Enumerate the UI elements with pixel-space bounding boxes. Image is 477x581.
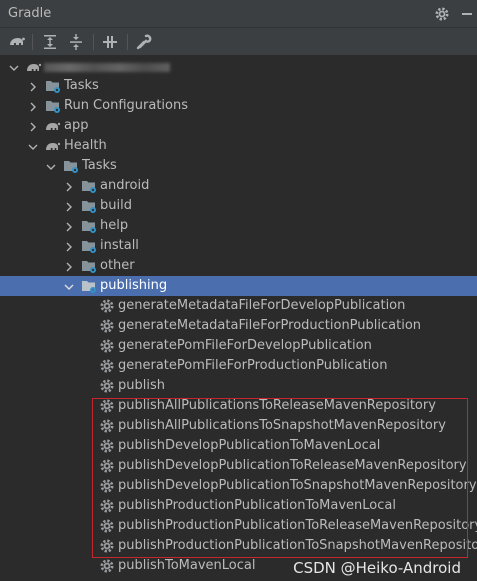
- gear-icon: [99, 378, 115, 394]
- task-label: generateMetadataFileForDevelopPublicatio…: [118, 298, 406, 313]
- task-item[interactable]: generatePomFileForDevelopPublication: [0, 336, 477, 356]
- toggle-offline-icon[interactable]: [101, 33, 119, 51]
- task-item[interactable]: generatePomFileForProductionPublication: [0, 356, 477, 376]
- tree-group-help[interactable]: help: [0, 216, 477, 236]
- tree-item-label: Tasks: [82, 158, 117, 173]
- redacted-project-name: [44, 63, 170, 72]
- tree-item-label: publishing: [100, 278, 168, 293]
- gradle-elephant-icon: [26, 59, 42, 75]
- settings-gear-icon[interactable]: [434, 6, 450, 22]
- tree-item-label: android: [100, 178, 150, 193]
- tree-item-health-tasks[interactable]: Tasks: [0, 156, 477, 176]
- tree-item-tasks[interactable]: Tasks: [0, 76, 477, 96]
- task-folder-icon: [81, 238, 97, 254]
- tree-item-label: Run Configurations: [64, 98, 188, 113]
- tree-item-label: install: [100, 238, 139, 253]
- task-label: publishToMavenLocal: [118, 558, 256, 573]
- toolbar-separator: [93, 34, 94, 50]
- chevron-right-icon[interactable]: [63, 260, 75, 272]
- panel-title: Gradle: [8, 6, 52, 21]
- chevron-down-icon[interactable]: [27, 140, 39, 152]
- annotation-highlight-box: [92, 398, 468, 558]
- watermark: CSDN @Heiko-Android: [293, 559, 461, 577]
- task-item[interactable]: generateMetadataFileForDevelopPublicatio…: [0, 296, 477, 316]
- chevron-right-icon[interactable]: [27, 120, 39, 132]
- collapse-all-icon[interactable]: [67, 33, 85, 51]
- tree-item-label: help: [100, 218, 129, 233]
- toolbar-separator: [32, 34, 33, 50]
- task-item[interactable]: publish: [0, 376, 477, 396]
- task-label: generatePomFileForDevelopPublication: [118, 338, 372, 353]
- tree-group-publishing[interactable]: publishing: [0, 276, 477, 296]
- tree-item-app[interactable]: app: [0, 116, 477, 136]
- gradle-elephant-icon: [45, 138, 61, 154]
- chevron-right-icon[interactable]: [63, 220, 75, 232]
- gradle-elephant-icon: [45, 118, 61, 134]
- tree-group-install[interactable]: install: [0, 236, 477, 256]
- task-label: generateMetadataFileForProductionPublica…: [118, 318, 422, 333]
- gear-icon: [99, 558, 115, 574]
- tree-item-label: Tasks: [64, 78, 99, 93]
- tree-item-label: other: [100, 258, 135, 273]
- gear-icon: [99, 358, 115, 374]
- gradle-toolbar: [0, 28, 477, 56]
- settings-wrench-icon[interactable]: [135, 33, 153, 51]
- chevron-down-icon[interactable]: [8, 61, 20, 73]
- task-folder-icon: [81, 278, 97, 294]
- minimize-icon[interactable]: [459, 6, 475, 22]
- tree-item-label: build: [100, 198, 132, 213]
- tree-root-node[interactable]: [0, 57, 477, 77]
- tree-item-label: Health: [64, 138, 107, 153]
- chevron-right-icon[interactable]: [27, 80, 39, 92]
- tree-item-label: app: [64, 118, 89, 133]
- task-folder-icon: [81, 258, 97, 274]
- tree-item-run-configurations[interactable]: Run Configurations: [0, 96, 477, 116]
- run-config-folder-icon: [45, 98, 61, 114]
- gear-icon: [99, 298, 115, 314]
- chevron-right-icon[interactable]: [63, 200, 75, 212]
- gear-icon: [99, 318, 115, 334]
- chevron-right-icon[interactable]: [63, 240, 75, 252]
- refresh-gradle-icon[interactable]: [8, 33, 26, 51]
- chevron-right-icon[interactable]: [27, 100, 39, 112]
- chevron-down-icon[interactable]: [63, 280, 75, 292]
- tree-group-android[interactable]: android: [0, 176, 477, 196]
- chevron-down-icon[interactable]: [45, 160, 57, 172]
- expand-all-icon[interactable]: [41, 33, 59, 51]
- toolbar-separator: [127, 34, 128, 50]
- tree-item-health[interactable]: Health: [0, 136, 477, 156]
- task-item[interactable]: generateMetadataFileForProductionPublica…: [0, 316, 477, 336]
- task-folder-icon: [81, 178, 97, 194]
- gear-icon: [99, 338, 115, 354]
- task-folder-icon: [63, 158, 79, 174]
- tree-group-other[interactable]: other: [0, 256, 477, 276]
- task-folder-icon: [81, 198, 97, 214]
- chevron-right-icon[interactable]: [63, 180, 75, 192]
- panel-title-bar: Gradle: [0, 0, 477, 28]
- task-label: generatePomFileForProductionPublication: [118, 358, 388, 373]
- tree-group-build[interactable]: build: [0, 196, 477, 216]
- task-label: publish: [118, 378, 165, 393]
- task-folder-icon: [81, 218, 97, 234]
- task-folder-icon: [45, 78, 61, 94]
